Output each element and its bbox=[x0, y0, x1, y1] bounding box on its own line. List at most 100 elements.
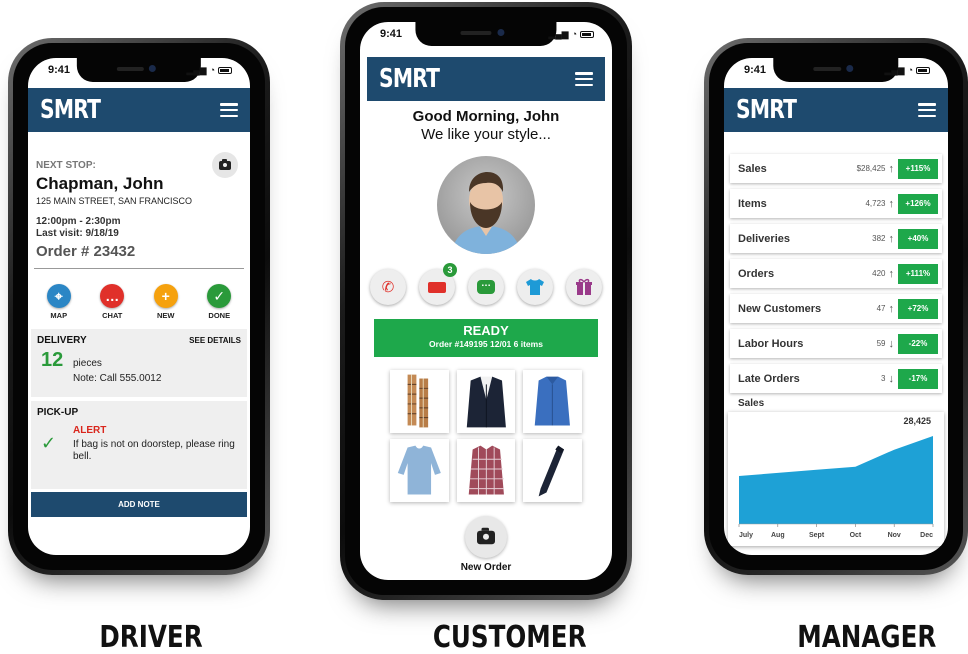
manager-screen: 9:41 ▂▄▆ ◔ SMRT Sales $28,425 ↑ +115% Ite… bbox=[724, 58, 948, 555]
phone-bezel: 9:41 ▂▄▆ ◔ SMRT Good Morning, John We lik… bbox=[345, 7, 627, 595]
status-bar: 9:41 ▂▄▆ ◔ bbox=[28, 58, 250, 82]
app-logo: SMRT bbox=[736, 95, 797, 125]
chat-button[interactable]: … bbox=[468, 269, 504, 305]
phone-icon: ✆ bbox=[381, 279, 395, 296]
item-light-blue-sweater[interactable] bbox=[390, 439, 449, 502]
app-bar: SMRT bbox=[28, 88, 250, 132]
delivery-count: 12 bbox=[41, 349, 64, 371]
map-action[interactable]: ⌖ MAP bbox=[39, 284, 79, 320]
metric-label: Items bbox=[738, 197, 767, 210]
metric-change-badge: +40% bbox=[898, 228, 938, 249]
x-tick-label: Sept bbox=[809, 532, 825, 539]
blazer-image bbox=[466, 376, 506, 428]
metric-row-items[interactable]: Items 4,723 ↑ +126% bbox=[730, 189, 942, 218]
shirt-button[interactable] bbox=[517, 269, 553, 305]
metric-change-badge: +111% bbox=[898, 263, 938, 284]
wifi-icon: ◔ bbox=[907, 65, 913, 75]
add-note-button[interactable]: ADD NOTE bbox=[31, 492, 247, 517]
camera-button[interactable] bbox=[212, 152, 238, 178]
item-plaid-shirt[interactable] bbox=[456, 439, 516, 502]
customer-phone: 9:41 ▂▄▆ ◔ SMRT Good Morning, John We lik… bbox=[340, 2, 632, 600]
manager-label: MANAGER bbox=[797, 620, 937, 654]
chat-action[interactable]: … CHAT bbox=[92, 284, 132, 320]
next-stop-label: NEXT STOP: bbox=[36, 160, 96, 171]
signal-icon: ▂▄▆ bbox=[548, 28, 569, 39]
done-action-label: DONE bbox=[208, 311, 231, 320]
hamburger-menu-icon[interactable] bbox=[575, 72, 593, 86]
gift-icon bbox=[576, 278, 592, 295]
see-details-link[interactable]: SEE DETAILS bbox=[189, 336, 241, 345]
status-bar: 9:41 ▂▄▆ ◔ bbox=[724, 58, 948, 82]
done-action[interactable]: ✓ DONE bbox=[199, 284, 239, 320]
phone-button[interactable]: ✆ bbox=[370, 269, 406, 305]
status-time: 9:41 bbox=[744, 64, 767, 76]
plaid-shirt-image bbox=[468, 445, 504, 495]
order-number: Order # 23432 bbox=[36, 243, 136, 260]
driver-content: NEXT STOP: Chapman, John 125 MAIN STREET… bbox=[28, 148, 250, 555]
manager-phone: 9:41 ▂▄▆ ◔ SMRT Sales $28,425 ↑ +115% Ite… bbox=[704, 38, 968, 575]
new-order-camera-button[interactable] bbox=[465, 516, 507, 558]
status-time: 9:41 bbox=[48, 64, 71, 76]
phone-bezel: 9:41 ▂▄▆ ◔ SMRT Sales $28,425 ↑ +115% Ite… bbox=[709, 43, 963, 570]
gift-button[interactable] bbox=[566, 269, 602, 305]
metric-row-sales[interactable]: Sales $28,425 ↑ +115% bbox=[730, 154, 942, 183]
metric-value: 420 bbox=[872, 269, 886, 278]
last-visit-text: Last visit: 9/18/19 bbox=[36, 228, 119, 239]
metric-row-labor-hours[interactable]: Labor Hours 59 ↓ -22% bbox=[730, 329, 942, 358]
x-tick-label: Oct bbox=[850, 532, 862, 539]
app-bar: SMRT bbox=[724, 88, 948, 132]
arrow-down-icon: ↓ bbox=[888, 372, 895, 385]
item-navy-blazer[interactable] bbox=[456, 370, 516, 433]
shirt-icon bbox=[526, 279, 544, 295]
avatar-portrait bbox=[451, 172, 521, 254]
chat-icon: … bbox=[100, 284, 125, 308]
new-action[interactable]: + NEW bbox=[146, 284, 186, 320]
greeting: Good Morning, John bbox=[412, 108, 560, 125]
metric-value: 47 bbox=[876, 304, 886, 313]
battery-icon bbox=[916, 66, 930, 74]
tie-image bbox=[538, 445, 565, 497]
metric-change-badge: -17% bbox=[898, 368, 938, 389]
alert-text: If bag is not on doorstep, please ring b… bbox=[73, 439, 235, 462]
item-navy-tie[interactable] bbox=[523, 439, 582, 502]
delivery-badge: 3 bbox=[443, 263, 457, 277]
check-icon: ✓ bbox=[207, 284, 232, 308]
signal-icon: ▂▄▆ bbox=[186, 64, 207, 75]
hamburger-menu-icon[interactable] bbox=[220, 103, 238, 117]
chat-icon: … bbox=[477, 279, 495, 294]
metric-row-late-orders[interactable]: Late Orders 3 ↓ -17% bbox=[730, 364, 942, 393]
customer-name: Chapman, John bbox=[36, 174, 164, 193]
ready-title: READY bbox=[463, 323, 509, 338]
hamburger-menu-icon[interactable] bbox=[918, 103, 936, 117]
ready-subtitle: Order #149195 12/01 6 items bbox=[429, 339, 543, 349]
metric-row-deliveries[interactable]: Deliveries 382 ↑ +40% bbox=[730, 224, 942, 253]
customer-label: CUSTOMER bbox=[432, 620, 587, 654]
item-plaid-scarf[interactable] bbox=[390, 370, 449, 433]
metric-change-badge: -22% bbox=[898, 333, 938, 354]
metric-value: 3 bbox=[881, 374, 886, 383]
arrow-down-icon: ↓ bbox=[888, 337, 895, 350]
metric-value: 59 bbox=[876, 339, 886, 348]
status-icons: ▂▄▆ ◔ bbox=[548, 29, 594, 40]
metric-label: Labor Hours bbox=[738, 337, 804, 350]
delivery-button[interactable]: 3 bbox=[419, 263, 457, 305]
metric-label: Deliveries bbox=[738, 232, 790, 245]
metric-row-orders[interactable]: Orders 420 ↑ +111% bbox=[730, 259, 942, 288]
blue-shirt-image bbox=[535, 376, 571, 426]
add-note-label: ADD NOTE bbox=[118, 500, 160, 509]
battery-icon bbox=[218, 66, 232, 74]
item-blue-dress-shirt[interactable] bbox=[523, 370, 582, 433]
arrow-up-icon: ↑ bbox=[888, 197, 895, 210]
x-tick-label: July bbox=[739, 532, 753, 539]
metric-row-new-customers[interactable]: New Customers 47 ↑ +72% bbox=[730, 294, 942, 323]
delivery-card: DELIVERY SEE DETAILS 12 pieces Note: Cal… bbox=[31, 329, 247, 397]
x-tick-label: Dec bbox=[920, 532, 933, 539]
map-pin-icon: ⌖ bbox=[46, 284, 71, 308]
scarf-image bbox=[407, 374, 429, 428]
order-ready-banner[interactable]: READY Order #149195 12/01 6 items bbox=[374, 319, 598, 357]
metric-label: Late Orders bbox=[738, 372, 800, 385]
x-tick-label: Nov bbox=[888, 532, 901, 539]
arrow-up-icon: ↑ bbox=[888, 302, 895, 315]
chart-title: Sales bbox=[738, 398, 765, 409]
status-time: 9:41 bbox=[380, 28, 403, 40]
